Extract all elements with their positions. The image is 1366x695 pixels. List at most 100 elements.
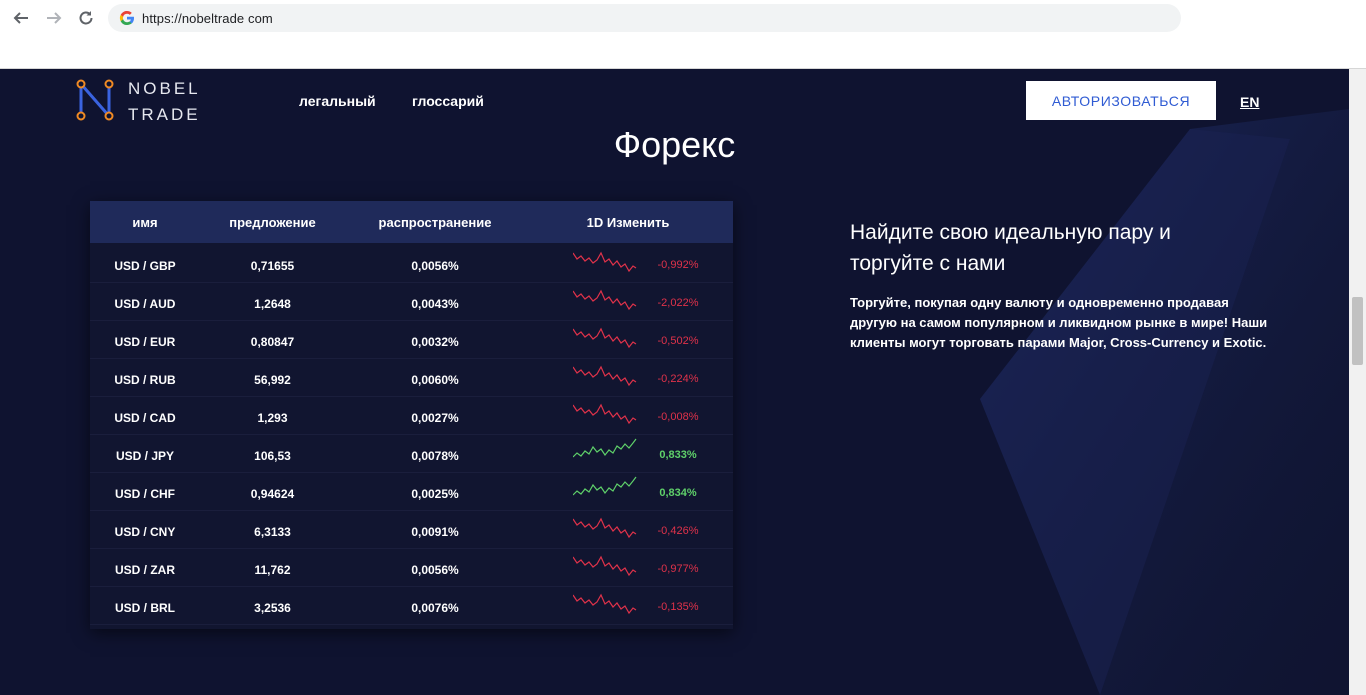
address-bar[interactable]: https://nobeltrade com <box>108 4 1181 32</box>
page-title: Форекс <box>613 124 736 165</box>
logo-line1: NOBEL <box>128 79 201 98</box>
pair-name: USD / CAD <box>114 411 176 425</box>
offer-value: 106,53 <box>254 449 291 463</box>
change-value: -2,022% <box>657 297 699 309</box>
nav-link-glossary[interactable]: глоссарий <box>412 93 484 109</box>
reload-icon <box>79 11 93 25</box>
offer-value: 0,71655 <box>250 259 295 273</box>
spread-value: 0,0027% <box>411 411 459 425</box>
change-value: 0,833% <box>659 449 697 461</box>
spread-value: 0,0078% <box>411 449 459 463</box>
pair-name: USD / GBP <box>114 259 176 273</box>
table-row[interactable]: USD / GBP 0,71655 0,0056% -0,992% <box>90 245 733 283</box>
table-row[interactable]: USD / ZAR 11,762 0,0056% -0,977% <box>90 549 733 587</box>
pair-name: USD / CHF <box>115 487 175 501</box>
spread-value: 0,0032% <box>411 335 459 349</box>
logo[interactable]: NOBEL TRADE <box>75 78 205 124</box>
language-switch[interactable]: EN <box>1240 94 1259 110</box>
table-row[interactable]: USD / JPY 106,53 0,0078% 0,833% <box>90 435 733 473</box>
offer-value: 1,2648 <box>254 297 291 311</box>
spread-value: 0,0056% <box>411 563 459 577</box>
page-content: NOBEL TRADE легальный глоссарий АВТОРИЗО… <box>0 69 1349 695</box>
offer-value: 3,2536 <box>254 601 291 615</box>
change-value: -0,426% <box>657 525 699 537</box>
spread-value: 0,0056% <box>411 259 459 273</box>
sparkline-path <box>573 438 637 458</box>
sparkline-path <box>573 517 637 539</box>
offer-value: 11,762 <box>254 563 291 577</box>
sparkline-icon <box>573 476 637 496</box>
offer-value: 0,80847 <box>250 335 295 349</box>
table-row[interactable]: USD / AUD 1,2648 0,0043% -2,022% <box>90 283 733 321</box>
pair-name: USD / EUR <box>114 335 176 349</box>
sparkline-icon <box>573 593 637 615</box>
section-heading: Найдите свою идеальную пару и торгуйте с… <box>850 221 1171 275</box>
logo-line2: TRADE <box>128 105 201 124</box>
change-value: -0,135% <box>657 601 699 613</box>
forward-button[interactable] <box>43 7 65 29</box>
forex-table: имя предложение распространение 1D Измен… <box>90 201 733 629</box>
offer-value: 1,293 <box>257 411 288 425</box>
spread-value: 0,0060% <box>411 373 459 387</box>
change-value: 0,834% <box>659 487 697 499</box>
spread-value: 0,0091% <box>411 525 459 539</box>
sparkline-icon <box>573 438 637 458</box>
scrollbar[interactable] <box>1349 69 1366 695</box>
back-button[interactable] <box>10 7 32 29</box>
arrow-left-icon <box>13 12 28 24</box>
pair-name: USD / CNY <box>114 525 176 539</box>
offer-value: 56,992 <box>254 373 291 387</box>
url-text: https://nobeltrade com <box>142 11 273 26</box>
spread-value: 0,0043% <box>411 297 459 311</box>
sparkline-path <box>573 327 637 349</box>
column-header-name: имя <box>132 215 158 230</box>
sparkline-icon <box>573 251 637 273</box>
browser-toolbar: https://nobeltrade com <box>0 0 1366 69</box>
sparkline-path <box>573 289 637 311</box>
table-header: имя предложение распространение 1D Измен… <box>90 201 733 243</box>
offer-value: 6,3133 <box>254 525 291 539</box>
sparkline-icon <box>573 327 637 349</box>
sparkline-icon <box>573 403 637 425</box>
google-icon <box>119 10 134 26</box>
table-row[interactable]: USD / CHF 0,94624 0,0025% 0,834% <box>90 473 733 511</box>
login-button[interactable]: АВТОРИЗОВАТЬСЯ <box>1026 81 1216 120</box>
reload-button[interactable] <box>75 7 97 29</box>
spread-value: 0,0076% <box>411 601 459 615</box>
sparkline-path <box>573 365 637 387</box>
change-value: -0,224% <box>657 373 699 385</box>
offer-value: 0,94624 <box>250 487 295 501</box>
arrow-right-icon <box>47 12 62 24</box>
scrollbar-thumb[interactable] <box>1352 297 1363 365</box>
logo-mark-icon <box>76 79 114 121</box>
column-header-offer: предложение <box>229 215 316 230</box>
sparkline-path <box>573 555 637 577</box>
change-value: -0,992% <box>657 259 699 271</box>
section-description: Торгуйте, покупая одну валюту и одноврем… <box>850 295 1268 350</box>
logo-text: NOBEL TRADE <box>128 78 201 126</box>
sparkline-icon <box>573 517 637 539</box>
table-row[interactable]: USD / BRL 3,2536 0,0076% -0,135% <box>90 587 733 625</box>
table-row[interactable]: USD / CNY 6,3133 0,0091% -0,426% <box>90 511 733 549</box>
column-header-change: 1D Изменить <box>586 215 670 230</box>
table-row[interactable]: USD / EUR 0,80847 0,0032% -0,502% <box>90 321 733 359</box>
sparkline-path <box>573 403 637 425</box>
nav-link-legal[interactable]: легальный <box>299 93 376 109</box>
sparkline-icon <box>573 365 637 387</box>
pair-name: USD / JPY <box>115 449 175 463</box>
sparkline-path <box>573 476 637 496</box>
table-row[interactable]: USD / RUB 56,992 0,0060% -0,224% <box>90 359 733 397</box>
spread-value: 0,0025% <box>411 487 459 501</box>
sparkline-path <box>573 593 637 615</box>
column-header-spread: распространение <box>378 215 492 230</box>
pair-name: USD / AUD <box>114 297 176 311</box>
sparkline-path <box>573 251 637 273</box>
sparkline-icon <box>573 555 637 577</box>
sparkline-icon <box>573 289 637 311</box>
change-value: -0,977% <box>657 563 699 575</box>
change-value: -0,008% <box>657 411 699 423</box>
pair-name: USD / ZAR <box>115 563 175 577</box>
pair-name: USD / RUB <box>114 373 176 387</box>
change-value: -0,502% <box>657 335 699 347</box>
table-row[interactable]: USD / CAD 1,293 0,0027% -0,008% <box>90 397 733 435</box>
